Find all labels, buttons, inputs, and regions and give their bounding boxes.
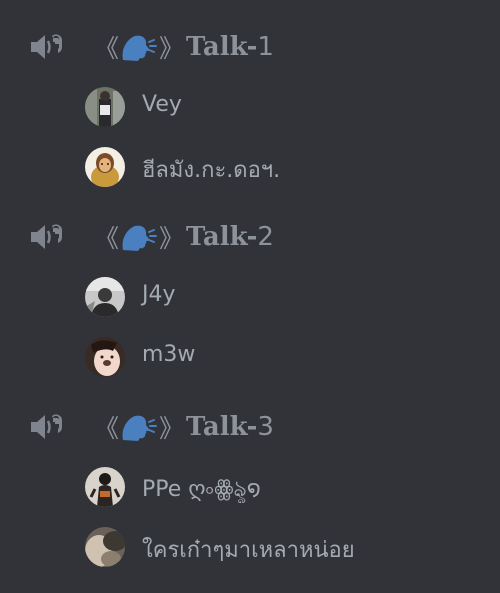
- bracket-open: 《: [94, 224, 119, 253]
- channel-name: 《 》 Talk-3: [94, 410, 274, 444]
- channel-label-text: Talk-: [186, 222, 258, 252]
- bracket-close: 》: [159, 224, 184, 253]
- speaking-head-emoji: [119, 222, 158, 252]
- avatar: [85, 467, 125, 507]
- member-name: m3w: [142, 342, 196, 367]
- avatar: [85, 277, 125, 317]
- voice-speaker-icon: [31, 414, 63, 439]
- channel-label-text: Talk-: [186, 32, 258, 62]
- voice-member-m3w[interactable]: m3w: [80, 333, 480, 381]
- channel-number: 3: [257, 412, 274, 442]
- voice-channel-talk-3[interactable]: 《 》 Talk-3: [0, 400, 500, 454]
- channel-name: 《 》 Talk-1: [94, 30, 274, 64]
- voice-speaker-icon: [31, 224, 63, 249]
- channel-name: 《 》 Talk-2: [94, 220, 274, 254]
- channel-number: 1: [257, 32, 274, 62]
- voice-member-2[interactable]: ใครเก๋าๆมาเหลาหน่อย: [80, 523, 480, 571]
- avatar: [85, 527, 125, 567]
- bracket-close: 》: [159, 414, 184, 443]
- member-name: Vey: [142, 92, 182, 117]
- channel-label-text: Talk-: [186, 412, 258, 442]
- bracket-close: 》: [159, 34, 184, 63]
- channel-number: 2: [257, 222, 274, 252]
- speaking-head-emoji: [119, 32, 158, 62]
- avatar: [85, 87, 125, 127]
- voice-speaker-icon: [31, 34, 63, 59]
- bracket-open: 《: [94, 34, 119, 63]
- member-name: PPe ღ৹ꙮৡ໑: [142, 477, 261, 502]
- voice-member-ppe[interactable]: PPe ღ৹ꙮৡ໑: [80, 463, 480, 511]
- speaking-head-emoji: [119, 412, 158, 442]
- channel-label: Talk-2: [186, 222, 274, 252]
- voice-channel-talk-2[interactable]: 《 》 Talk-2: [0, 210, 500, 264]
- avatar: [85, 337, 125, 377]
- voice-channel-talk-1[interactable]: 《 》 Talk-1: [0, 20, 500, 74]
- avatar: [85, 147, 125, 187]
- member-name: ฮีลมัง.กะ.ดอฯ.: [142, 158, 281, 183]
- voice-member-2[interactable]: ฮีลมัง.กะ.ดอฯ.: [80, 143, 480, 191]
- channel-label: Talk-3: [186, 412, 274, 442]
- member-name: J4y: [142, 282, 176, 307]
- voice-member-j4y[interactable]: J4y: [80, 273, 480, 321]
- bracket-open: 《: [94, 414, 119, 443]
- channel-label: Talk-1: [186, 32, 274, 62]
- member-name: ใครเก๋าๆมาเหลาหน่อย: [142, 538, 355, 563]
- voice-member-vey[interactable]: Vey: [80, 83, 480, 131]
